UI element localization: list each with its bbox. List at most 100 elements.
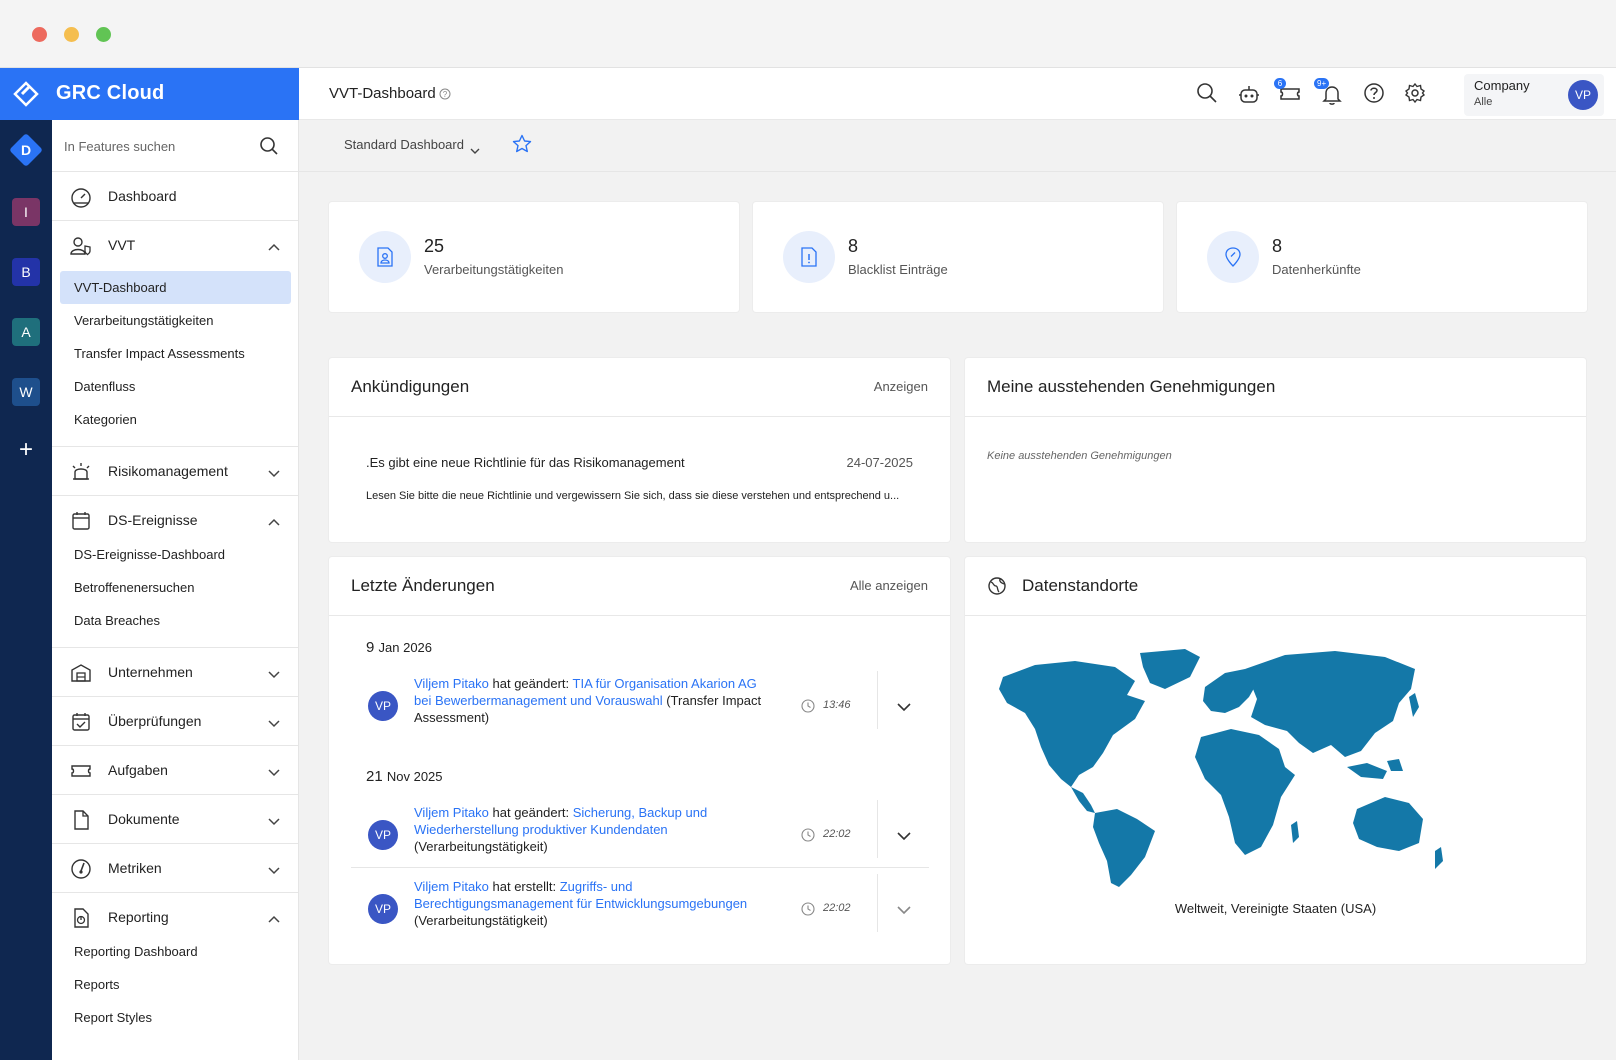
add-workspace-button[interactable]: + bbox=[12, 436, 40, 464]
app-window: D I B A W + GRC Cloud Dashboard bbox=[0, 0, 1616, 1060]
workspace-a[interactable]: A bbox=[12, 318, 40, 346]
chevron-down-icon[interactable] bbox=[267, 813, 281, 831]
sidebar-subitem-verarbeitungstaetigkeiten[interactable]: Verarbeitungstätigkeiten bbox=[60, 304, 291, 337]
sidebar-item-risikomanagement[interactable]: Risikomanagement bbox=[52, 447, 298, 496]
sidebar-item-label: Dashboard bbox=[108, 188, 177, 204]
window-minimize-button[interactable] bbox=[64, 27, 79, 42]
card-header: Letzte Änderungen Alle anzeigen bbox=[329, 557, 950, 616]
speedometer-icon bbox=[70, 186, 92, 208]
change-user-link[interactable]: Viljem Pitako bbox=[414, 879, 489, 894]
date-month-year: Nov 2025 bbox=[386, 769, 443, 784]
sidebar-subitem-label: Kategorien bbox=[74, 412, 137, 427]
sidebar-subitem-reports[interactable]: Reports bbox=[60, 968, 291, 1001]
chevron-down-icon[interactable] bbox=[267, 715, 281, 733]
chevron-down-icon[interactable] bbox=[896, 828, 912, 846]
sidebar-subitem-label: Verarbeitungstätigkeiten bbox=[74, 313, 214, 328]
stat-card-blacklist[interactable]: 8 Blacklist Einträge bbox=[753, 202, 1163, 312]
ticket-icon[interactable]: 6 bbox=[1274, 78, 1302, 106]
workspace-w[interactable]: W bbox=[12, 378, 40, 406]
document-alert-icon bbox=[783, 231, 835, 283]
company-switcher[interactable]: Company Alle VP bbox=[1464, 74, 1604, 116]
ticket-icon bbox=[70, 760, 92, 782]
sidebar-subitem-vvt-dashboard[interactable]: VVT-Dashboard bbox=[60, 271, 291, 304]
date-group-header: 9 Jan 2026 bbox=[366, 639, 432, 656]
sidebar-item-aufgaben[interactable]: Aufgaben bbox=[52, 746, 298, 795]
sidebar-item-metriken[interactable]: Metriken bbox=[52, 844, 298, 893]
change-user-link[interactable]: Viljem Pitako bbox=[414, 676, 489, 691]
sidebar-subitem-ds-ereignisse-dashboard[interactable]: DS-Ereignisse-Dashboard bbox=[60, 538, 291, 571]
chevron-up-icon[interactable] bbox=[267, 911, 281, 929]
chevron-down-icon[interactable] bbox=[267, 465, 281, 483]
window-close-button[interactable] bbox=[32, 27, 47, 42]
chevron-down-icon[interactable] bbox=[470, 142, 480, 160]
change-user-link[interactable]: Viljem Pitako bbox=[414, 805, 489, 820]
chevron-up-icon[interactable] bbox=[267, 239, 281, 257]
robot-icon[interactable] bbox=[1237, 82, 1261, 106]
chevron-up-icon[interactable] bbox=[267, 514, 281, 532]
sidebar-item-label: Aufgaben bbox=[108, 762, 168, 778]
chevron-down-icon[interactable] bbox=[896, 902, 912, 920]
sidebar-item-vvt[interactable]: VVT bbox=[52, 221, 298, 270]
sidebar-subitem-datenfluss[interactable]: Datenfluss bbox=[60, 370, 291, 403]
app-logo-icon[interactable] bbox=[0, 68, 52, 120]
change-action: hat erstellt: bbox=[488, 879, 560, 894]
sidebar-subitem-transfer-impact-assessments[interactable]: Transfer Impact Assessments bbox=[60, 337, 291, 370]
date-day: 21 bbox=[366, 768, 383, 785]
help-icon[interactable] bbox=[1363, 82, 1387, 106]
gauge-icon bbox=[70, 858, 92, 880]
sidebar-item-dokumente[interactable]: Dokumente bbox=[52, 795, 298, 844]
sidebar-subitem-reporting-dashboard[interactable]: Reporting Dashboard bbox=[60, 935, 291, 968]
brand-name: GRC Cloud bbox=[56, 82, 165, 104]
sidebar-item-label: Reporting bbox=[108, 909, 169, 925]
window-titlebar bbox=[0, 0, 1616, 68]
company-name: Company bbox=[1474, 78, 1530, 93]
stat-card-verarbeitungstaetigkeiten[interactable]: 25 Verarbeitungstätigkeiten bbox=[329, 202, 739, 312]
workspace-i[interactable]: I bbox=[12, 198, 40, 226]
stat-card-datenherkuenfte[interactable]: 8 Datenherkünfte bbox=[1177, 202, 1587, 312]
search-icon[interactable] bbox=[259, 136, 279, 161]
workspace-b[interactable]: B bbox=[12, 258, 40, 286]
chevron-down-icon[interactable] bbox=[267, 764, 281, 782]
sidebar-item-unternehmen[interactable]: Unternehmen bbox=[52, 648, 298, 697]
feature-search bbox=[52, 120, 298, 172]
approvals-card: Meine ausstehenden Genehmigungen Keine a… bbox=[965, 358, 1586, 542]
stat-label: Blacklist Einträge bbox=[848, 262, 948, 277]
sidebar-item-label: Risikomanagement bbox=[108, 463, 228, 479]
divider bbox=[877, 874, 878, 932]
search-icon[interactable] bbox=[1196, 82, 1220, 106]
announcement-date: 24-07-2025 bbox=[846, 455, 914, 470]
sidebar-subitem-label: VVT-Dashboard bbox=[74, 280, 167, 295]
user-avatar: VP bbox=[368, 691, 398, 721]
gear-icon[interactable] bbox=[1404, 82, 1428, 106]
sidebar-subitem-betroffenenersuchen[interactable]: Betroffenenersuchen bbox=[60, 571, 291, 604]
window-maximize-button[interactable] bbox=[96, 27, 111, 42]
announcement-title[interactable]: .Es gibt eine neue Richtlinie für das Ri… bbox=[366, 455, 685, 470]
sidebar-subitem-report-styles[interactable]: Report Styles bbox=[60, 1001, 291, 1034]
company-scope: Alle bbox=[1474, 96, 1493, 108]
sidebar-item-ueberpruefungen[interactable]: Überprüfungen bbox=[52, 697, 298, 746]
sidebar-subitem-data-breaches[interactable]: Data Breaches bbox=[60, 604, 291, 637]
person-document-icon bbox=[359, 231, 411, 283]
chevron-down-icon[interactable] bbox=[896, 699, 912, 717]
page-title: VVT-Dashboard bbox=[329, 85, 436, 102]
sidebar-subitem-kategorien[interactable]: Kategorien bbox=[60, 403, 291, 436]
sidebar-item-label: DS-Ereignisse bbox=[108, 512, 198, 528]
clock-icon bbox=[801, 828, 815, 847]
sidebar-subitem-label: Reporting Dashboard bbox=[74, 944, 198, 959]
dashboard-select[interactable]: Standard Dashboard bbox=[344, 137, 464, 152]
date-month-year: Jan 2026 bbox=[378, 640, 433, 655]
help-circle-icon[interactable]: ? bbox=[439, 87, 451, 105]
world-map[interactable] bbox=[995, 647, 1455, 887]
bell-icon[interactable]: 9+ bbox=[1314, 78, 1344, 106]
user-avatar[interactable]: VP bbox=[1568, 80, 1598, 110]
chevron-down-icon[interactable] bbox=[267, 666, 281, 684]
chevron-down-icon[interactable] bbox=[267, 862, 281, 880]
star-icon[interactable] bbox=[512, 134, 532, 159]
changes-show-all-link[interactable]: Alle anzeigen bbox=[850, 578, 928, 593]
sidebar-item-label: Überprüfungen bbox=[108, 713, 202, 729]
sidebar-item-dashboard[interactable]: Dashboard bbox=[52, 172, 298, 221]
announcements-show-link[interactable]: Anzeigen bbox=[874, 379, 928, 394]
tasks-badge: 6 bbox=[1274, 78, 1286, 89]
workspace-d[interactable]: D bbox=[9, 133, 43, 167]
feature-search-input[interactable] bbox=[64, 134, 244, 158]
